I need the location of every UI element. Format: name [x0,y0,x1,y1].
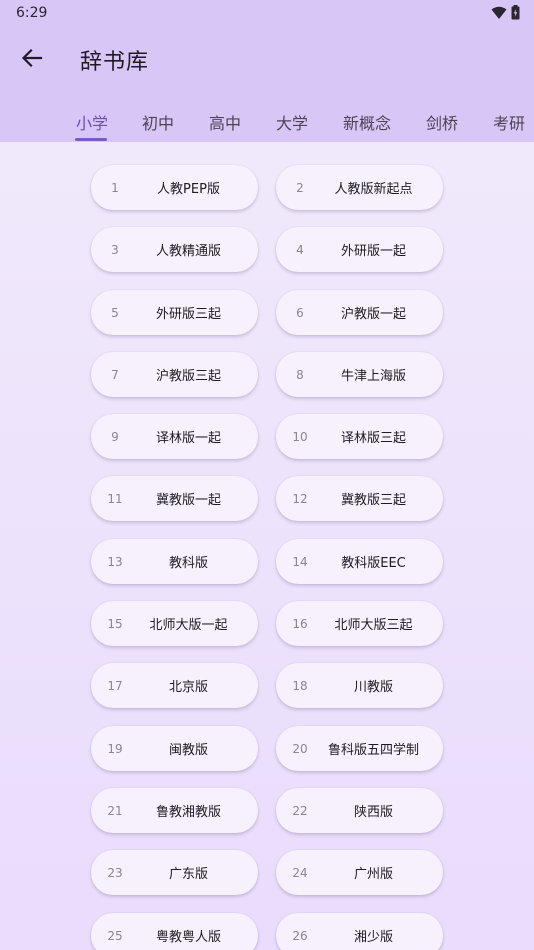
item-label: 川教版 [353,680,393,695]
item-label: 人教版新起点 [334,182,413,197]
list-item[interactable]: 8 牛津上海版 [276,352,443,397]
status-time: 6:29 [16,5,48,21]
item-number: 15 [107,616,123,631]
list-item[interactable]: 9 译林版一起 [91,414,258,459]
item-number: 1 [111,180,119,195]
list-item[interactable]: 24 广州版 [276,850,443,895]
item-label: 冀教版一起 [155,493,221,508]
tab-postgraduate[interactable]: 考研 [493,110,525,134]
list-item[interactable]: 23 广东版 [91,850,258,895]
item-number: 23 [107,865,123,880]
list-item[interactable]: 7 沪教版三起 [91,352,258,397]
wifi-icon [491,6,507,19]
item-number: 6 [296,305,304,320]
list-item[interactable]: 19 闽教版 [91,726,258,771]
item-label: 沪教版三起 [155,369,221,384]
item-label: 鲁科版五四学制 [327,743,419,758]
item-number: 10 [292,429,308,444]
item-number: 19 [107,741,123,756]
list-item[interactable]: 18 川教版 [276,663,443,708]
item-number: 2 [296,180,304,195]
app-bar: 6:29 辞书库 小学 初中 高中 大学 新概念 剑桥 考研 [0,0,534,142]
item-label: 牛津上海版 [340,369,406,384]
item-label: 人教精通版 [155,244,221,259]
item-number: 8 [296,367,304,382]
item-number: 7 [111,367,119,382]
item-label: 外研版一起 [340,244,406,259]
list-item[interactable]: 2 人教版新起点 [276,165,443,210]
item-number: 26 [292,928,308,943]
battery-icon [511,5,520,20]
item-label: 北京版 [168,680,208,695]
list-item[interactable]: 26 湘少版 [276,913,443,950]
item-label: 外研版三起 [155,307,221,322]
item-label: 人教PEP版 [157,182,220,197]
arrow-left-icon [21,48,43,68]
item-label: 教科版EEC [341,556,406,571]
textbook-grid: 1 人教PEP版 2 人教版新起点 3 人教精通版 4 外研版一起 5 外研版三… [0,142,534,950]
item-label: 冀教版三起 [340,493,406,508]
item-label: 广州版 [353,867,393,882]
list-item[interactable]: 16 北师大版三起 [276,601,443,646]
list-item[interactable]: 13 教科版 [91,539,258,584]
item-number: 25 [107,928,123,943]
item-number: 11 [107,491,123,506]
item-number: 4 [296,242,304,257]
item-number: 24 [292,865,308,880]
item-label: 粤教粤人版 [155,930,221,945]
list-item[interactable]: 11 冀教版一起 [91,476,258,521]
item-label: 教科版 [168,556,208,571]
list-item[interactable]: 21 鲁教湘教版 [91,788,258,833]
item-number: 20 [292,741,308,756]
page-title: 辞书库 [80,50,150,75]
item-number: 18 [292,678,308,693]
item-number: 17 [107,678,123,693]
item-label: 闽教版 [168,743,208,758]
item-label: 鲁教湘教版 [155,805,221,820]
list-item[interactable]: 25 粤教粤人版 [91,913,258,950]
item-number: 12 [292,491,308,506]
list-item[interactable]: 20 鲁科版五四学制 [276,726,443,771]
item-number: 16 [292,616,308,631]
item-number: 5 [111,305,119,320]
item-number: 21 [107,803,123,818]
list-item[interactable]: 14 教科版EEC [276,539,443,584]
item-number: 14 [292,554,308,569]
item-label: 广东版 [168,867,208,882]
item-label: 译林版三起 [340,431,406,446]
item-label: 译林版一起 [155,431,221,446]
status-icons [491,5,520,20]
list-item[interactable]: 6 沪教版一起 [276,290,443,335]
tab-senior-high[interactable]: 高中 [209,110,241,134]
tab-junior-high[interactable]: 初中 [142,110,174,134]
tab-cambridge[interactable]: 剑桥 [426,110,458,134]
back-button[interactable] [14,40,50,76]
item-label: 沪教版一起 [340,307,406,322]
list-item[interactable]: 10 译林版三起 [276,414,443,459]
item-label: 陕西版 [353,805,393,820]
item-label: 湘少版 [353,930,393,945]
tab-primary[interactable]: 小学 [76,110,108,134]
item-label: 北师大版三起 [334,618,413,633]
status-bar: 6:29 [0,0,534,28]
tab-university[interactable]: 大学 [276,110,308,134]
item-number: 3 [111,242,119,257]
list-item[interactable]: 1 人教PEP版 [91,165,258,210]
list-item[interactable]: 12 冀教版三起 [276,476,443,521]
list-item[interactable]: 4 外研版一起 [276,227,443,272]
list-item[interactable]: 15 北师大版一起 [91,601,258,646]
list-item[interactable]: 17 北京版 [91,663,258,708]
list-item[interactable]: 3 人教精通版 [91,227,258,272]
item-number: 22 [292,803,308,818]
item-number: 9 [111,429,119,444]
tab-bar: 小学 初中 高中 大学 新概念 剑桥 考研 [0,98,534,142]
list-item[interactable]: 22 陕西版 [276,788,443,833]
list-item[interactable]: 5 外研版三起 [91,290,258,335]
tab-indicator [75,138,107,141]
item-number: 13 [107,554,123,569]
tab-new-concept[interactable]: 新概念 [343,110,391,134]
item-label: 北师大版一起 [149,618,228,633]
